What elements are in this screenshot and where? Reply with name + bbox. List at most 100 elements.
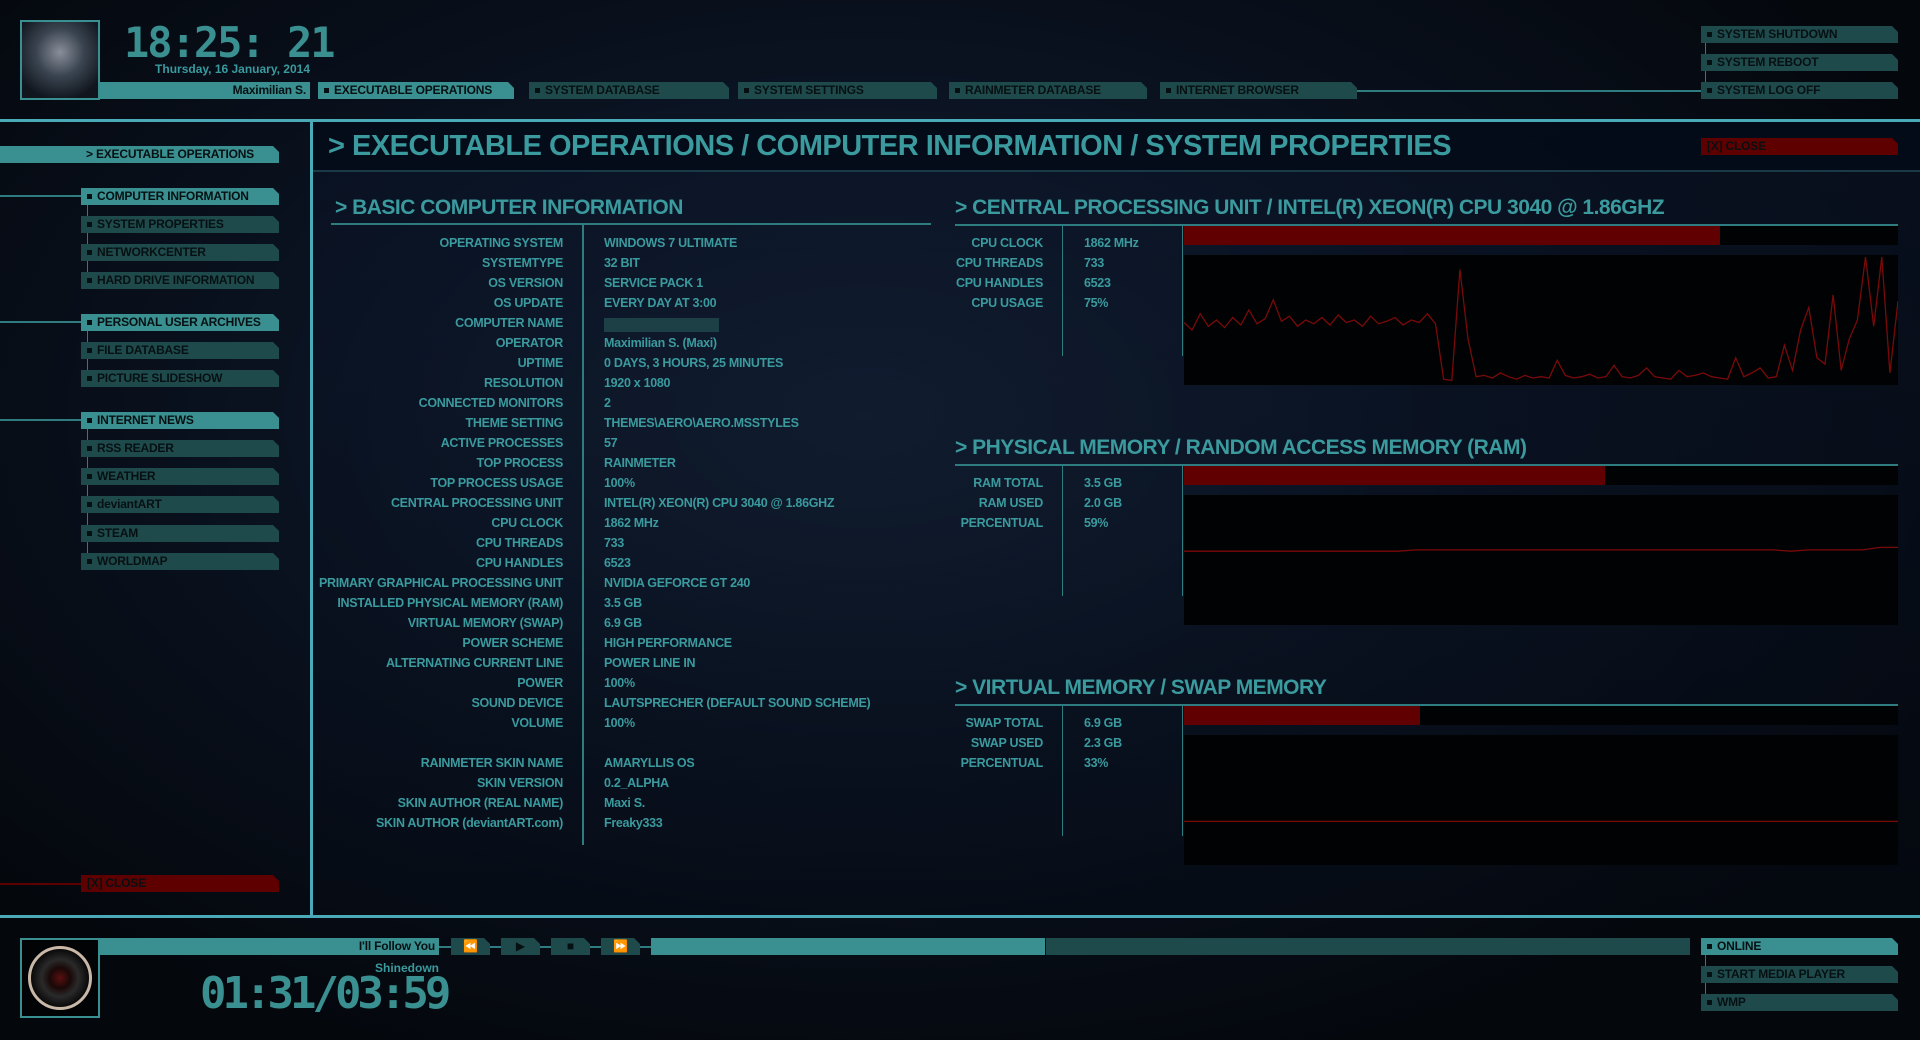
swap-stat-value: 2.3 GB (1084, 736, 1122, 750)
info-value: 100% (604, 676, 635, 690)
sidebar-item-picture-slideshow[interactable]: PICTURE SLIDESHOW (81, 370, 279, 387)
tab-internet-browser[interactable]: INTERNET BROWSER (1160, 82, 1357, 99)
swap-stat-value: 33% (1084, 756, 1109, 770)
info-label: OPERATING SYSTEM (439, 236, 564, 250)
wmp-button[interactable]: WMP (1701, 994, 1898, 1011)
album-emblem-icon (28, 946, 92, 1010)
skin-info-label: SKIN VERSION (477, 776, 563, 790)
stop-button[interactable]: ■ (551, 938, 590, 955)
start-media-player-button[interactable]: START MEDIA PLAYER (1701, 966, 1898, 983)
track-time: 01:31/03:59 (200, 968, 451, 1019)
info-label: VOLUME (511, 716, 563, 730)
info-value: 3.5 GB (604, 596, 642, 610)
play-button[interactable]: ▶ (501, 938, 540, 955)
system-log-off-button[interactable]: SYSTEM LOG OFF (1701, 82, 1898, 99)
sidebar-group-connector (0, 321, 81, 323)
ram-stat-label: PERCENTUAL (960, 516, 1044, 530)
next-track-button[interactable]: ⏩ (601, 938, 640, 955)
info-label: ALTERNATING CURRENT LINE (385, 656, 563, 670)
info-label: POWER SCHEME (462, 636, 563, 650)
ram-history-chart (1184, 546, 1898, 552)
bottom-divider (0, 915, 1920, 918)
system-reboot-button[interactable]: SYSTEM REBOOT (1701, 54, 1898, 71)
cpu-history-graph (1183, 255, 1899, 385)
info-value: 6.9 GB (604, 616, 642, 630)
user-name-bar: Maximilian S. (99, 82, 310, 99)
info-label: OS UPDATE (493, 296, 564, 310)
tab-connector (1357, 90, 1701, 92)
swap-label-divider (1062, 706, 1063, 836)
info-value: 1920 x 1080 (604, 376, 671, 390)
online-button[interactable]: ONLINE (1701, 938, 1898, 955)
swap-stat-label: SWAP USED (970, 736, 1043, 750)
info-value: HIGH PERFORMANCE (604, 636, 732, 650)
info-label: CONNECTED MONITORS (418, 396, 564, 410)
ram-stat-label: RAM USED (978, 496, 1044, 510)
info-label: TOP PROCESS (476, 456, 563, 470)
sidebar-item-hard-drive-information[interactable]: HARD DRIVE INFORMATION (81, 272, 279, 289)
swap-graph-divider (1182, 706, 1183, 836)
tab-rainmeter-database[interactable]: RAINMETER DATABASE (949, 82, 1147, 99)
cpu-usage-fill (1184, 226, 1720, 245)
ram-stat-label: RAM TOTAL (973, 476, 1043, 490)
album-art (20, 938, 100, 1018)
tab-system-database[interactable]: SYSTEM DATABASE (529, 82, 729, 99)
tab-executable-operations[interactable]: EXECUTABLE OPERATIONS (318, 82, 514, 99)
basic-info-column-divider (582, 225, 584, 845)
info-value: POWER LINE IN (604, 656, 696, 670)
ram-heading: > PHYSICAL MEMORY / RANDOM ACCESS MEMORY… (955, 436, 1527, 459)
info-value: 100% (604, 716, 635, 730)
info-value: 1862 MHz (604, 516, 659, 530)
sidebar-item-internet-news[interactable]: INTERNET NEWS (81, 412, 279, 429)
sidebar-item-steam[interactable]: STEAM (81, 525, 279, 542)
swap-history-chart (1184, 820, 1898, 823)
track-progress-slider[interactable] (651, 938, 1690, 955)
swap-heading: > VIRTUAL MEMORY / SWAP MEMORY (955, 676, 1327, 699)
system-shutdown-button[interactable]: SYSTEM SHUTDOWN (1701, 26, 1898, 43)
ram-graph-divider (1182, 466, 1183, 596)
sidebar-item-system-properties[interactable]: SYSTEM PROPERTIES (81, 216, 279, 233)
info-value: RAINMETER (604, 456, 676, 470)
sidebar-item-file-database[interactable]: FILE DATABASE (81, 342, 279, 359)
sidebar-item-worldmap[interactable]: WORLDMAP (81, 553, 279, 570)
sidebar-close-button[interactable]: [X] CLOSE (81, 875, 279, 892)
info-value: WINDOWS 7 ULTIMATE (604, 236, 738, 250)
sidebar-item-personal-user-archives[interactable]: PERSONAL USER ARCHIVES (81, 314, 279, 331)
sidebar-item-deviantart[interactable]: deviantART (81, 496, 279, 513)
info-value: 32 BIT (604, 256, 640, 270)
cpu-stat-value: 6523 (1084, 276, 1111, 290)
info-value: 0 DAYS, 3 HOURS, 25 MINUTES (604, 356, 783, 370)
computer-name-redacted (604, 318, 719, 332)
cpu-stat-label: CPU CLOCK (971, 236, 1043, 250)
sidebar-item-weather[interactable]: WEATHER (81, 468, 279, 485)
skin-info-value: Maxi S. (604, 796, 645, 810)
cpu-usage-bar (1184, 226, 1898, 245)
info-label: VIRTUAL MEMORY (SWAP) (407, 616, 564, 630)
info-label: TOP PROCESS USAGE (430, 476, 563, 490)
previous-track-button[interactable]: ⏪ (451, 938, 490, 955)
track-progress-fill (651, 938, 1046, 955)
cpu-history-chart (1183, 256, 1899, 382)
cpu-heading: > CENTRAL PROCESSING UNIT / INTEL(R) XEO… (955, 196, 1665, 219)
sidebar-item-networkcenter[interactable]: NETWORKCENTER (81, 244, 279, 261)
track-title: I'll Follow You (358, 939, 435, 953)
main-close-button[interactable]: [X] CLOSE (1701, 138, 1898, 155)
tab-system-settings[interactable]: SYSTEM SETTINGS (738, 82, 937, 99)
sidebar-item-rss-reader[interactable]: RSS READER (81, 440, 279, 457)
ram-usage-fill (1184, 466, 1606, 485)
ram-stat-value: 3.5 GB (1084, 476, 1122, 490)
cpu-graph-divider (1182, 226, 1183, 356)
swap-usage-fill (1184, 706, 1420, 725)
skin-info-value: Freaky333 (604, 816, 663, 830)
info-label: INSTALLED PHYSICAL MEMORY (RAM) (337, 596, 563, 610)
info-label: PRIMARY GRAPHICAL PROCESSING UNIT (318, 576, 563, 590)
info-label: OS VERSION (488, 276, 563, 290)
info-value: EVERY DAY AT 3:00 (604, 296, 717, 310)
sidebar-group-connector (0, 419, 81, 421)
sidebar-item-computer-information[interactable]: COMPUTER INFORMATION (81, 188, 279, 205)
swap-stat-label: PERCENTUAL (960, 756, 1044, 770)
sidebar-header[interactable]: > EXECUTABLE OPERATIONS (0, 146, 279, 163)
ram-usage-bar (1184, 466, 1898, 485)
info-value: NVIDIA GEFORCE GT 240 (604, 576, 751, 590)
skin-info-value: 0.2_ALPHA (604, 776, 669, 790)
